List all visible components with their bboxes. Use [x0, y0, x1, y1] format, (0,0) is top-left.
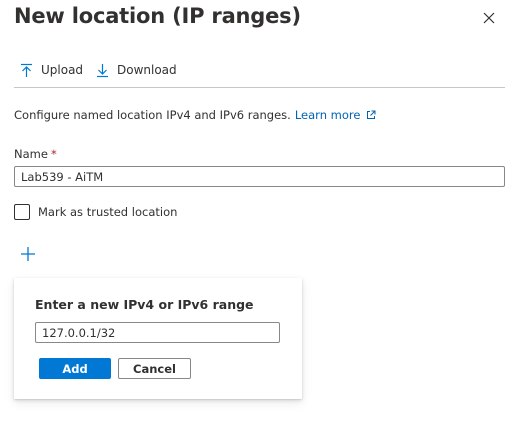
description-text: Configure named location IPv4 and IPv6 r…: [14, 108, 291, 122]
close-button[interactable]: [479, 8, 499, 28]
add-range-button[interactable]: [19, 245, 37, 263]
plus-icon: [21, 247, 35, 261]
add-range-callout: Enter a new IPv4 or IPv6 range Add Cance…: [14, 278, 302, 399]
download-button[interactable]: Download: [96, 60, 177, 80]
download-label: Download: [117, 63, 177, 77]
panel-title: New location (IP ranges): [14, 4, 301, 28]
toolbar: Upload Download: [14, 60, 505, 88]
upload-button[interactable]: Upload: [20, 60, 83, 80]
add-button[interactable]: Add: [39, 358, 111, 379]
required-marker: *: [50, 147, 57, 161]
trusted-location-checkbox[interactable]: [14, 204, 30, 220]
learn-more-link[interactable]: Learn more: [295, 108, 361, 122]
close-icon: [483, 12, 495, 24]
upload-icon: [21, 63, 32, 77]
trusted-location-checkbox-row[interactable]: Mark as trusted location: [14, 204, 177, 220]
download-icon: [97, 63, 108, 77]
name-label-text: Name: [14, 147, 48, 161]
name-input[interactable]: [14, 166, 505, 187]
callout-title: Enter a new IPv4 or IPv6 range: [35, 297, 254, 312]
name-label: Name *: [14, 147, 57, 161]
cancel-button[interactable]: Cancel: [118, 358, 191, 379]
trusted-location-label: Mark as trusted location: [38, 205, 178, 219]
upload-label: Upload: [41, 63, 84, 77]
ip-range-input[interactable]: [35, 322, 280, 343]
description: Configure named location IPv4 and IPv6 r…: [14, 108, 376, 122]
external-link-icon[interactable]: [366, 110, 376, 120]
